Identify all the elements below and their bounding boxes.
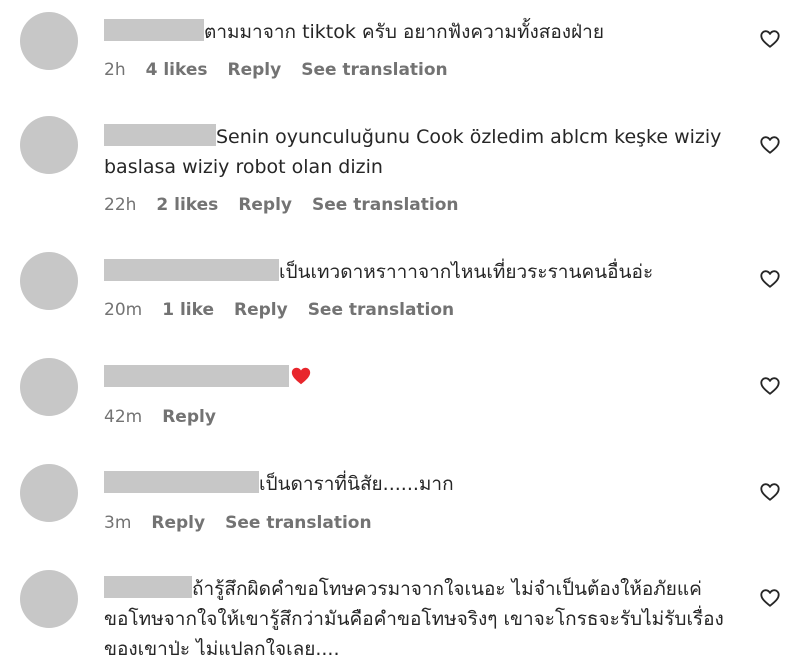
redacted-username[interactable] xyxy=(104,124,216,146)
avatar[interactable] xyxy=(20,464,78,522)
comment-text: ถ้ารู้สึกผิดคำขอโทษควรมาจากใจเนอะ ไม่จำเ… xyxy=(104,574,734,664)
comment-meta: 3m Reply See translation xyxy=(104,513,392,533)
reply-button[interactable]: Reply xyxy=(228,60,282,80)
heart-outline-icon[interactable] xyxy=(759,28,781,50)
comment-meta: 2h 4 likes Reply See translation xyxy=(104,60,468,80)
reply-button[interactable]: Reply xyxy=(238,195,292,215)
reply-button[interactable]: Reply xyxy=(162,407,216,427)
see-translation-button[interactable]: See translation xyxy=(312,195,458,215)
timestamp: 2h xyxy=(104,60,126,80)
timestamp: 42m xyxy=(104,407,143,427)
comment-body: ตามมาจาก tiktok ครับ อยากฟังความทั้งสองฝ… xyxy=(204,21,604,43)
comment-body: เป็นดาราที่นิสัย......มาก xyxy=(259,473,454,495)
redacted-username[interactable] xyxy=(104,471,259,493)
heart-outline-icon[interactable] xyxy=(759,268,781,290)
comment-text: เป็นดาราที่นิสัย......มาก xyxy=(104,469,744,499)
redacted-username[interactable] xyxy=(104,19,204,41)
timestamp: 3m xyxy=(104,513,132,533)
redacted-username[interactable] xyxy=(104,259,279,281)
avatar[interactable] xyxy=(20,570,78,628)
heart-outline-icon[interactable] xyxy=(759,134,781,156)
comment-text: Senin oyunculuğunu Cook özledim ablcm ke… xyxy=(104,122,744,182)
see-translation-button[interactable]: See translation xyxy=(225,513,371,533)
see-translation-button[interactable]: See translation xyxy=(301,60,447,80)
likes-count[interactable]: 4 likes xyxy=(146,60,208,80)
avatar[interactable] xyxy=(20,12,78,70)
comment-text: เป็นเทวดาหราาาจากไหนเที่ยวระรานคนอื่นอ่ะ xyxy=(104,257,744,287)
comment-text: ตามมาจาก tiktok ครับ อยากฟังความทั้งสองฝ… xyxy=(104,17,744,47)
comment-text xyxy=(104,363,744,393)
likes-count[interactable]: 2 likes xyxy=(156,195,218,215)
avatar[interactable] xyxy=(20,252,78,310)
reply-button[interactable]: Reply xyxy=(234,300,288,320)
comment-meta: 20m 1 like Reply See translation xyxy=(104,300,474,320)
comment-meta: 42m Reply xyxy=(104,407,236,427)
redacted-username[interactable] xyxy=(104,576,192,598)
redacted-username[interactable] xyxy=(104,365,289,387)
likes-count[interactable]: 1 like xyxy=(162,300,214,320)
see-translation-button[interactable]: See translation xyxy=(308,300,454,320)
timestamp: 22h xyxy=(104,195,137,215)
heart-outline-icon[interactable] xyxy=(759,587,781,609)
comment-meta: 22h 2 likes Reply See translation xyxy=(104,195,478,215)
avatar[interactable] xyxy=(20,358,78,416)
heart-outline-icon[interactable] xyxy=(759,481,781,503)
avatar[interactable] xyxy=(20,116,78,174)
heart-outline-icon[interactable] xyxy=(759,375,781,397)
comment-body: เป็นเทวดาหราาาจากไหนเที่ยวระรานคนอื่นอ่ะ xyxy=(279,261,654,283)
comment-body: ถ้ารู้สึกผิดคำขอโทษควรมาจากใจเนอะ ไม่จำเ… xyxy=(104,578,724,660)
reply-button[interactable]: Reply xyxy=(151,513,205,533)
red-heart-emoji-icon xyxy=(291,367,311,385)
timestamp: 20m xyxy=(104,300,143,320)
